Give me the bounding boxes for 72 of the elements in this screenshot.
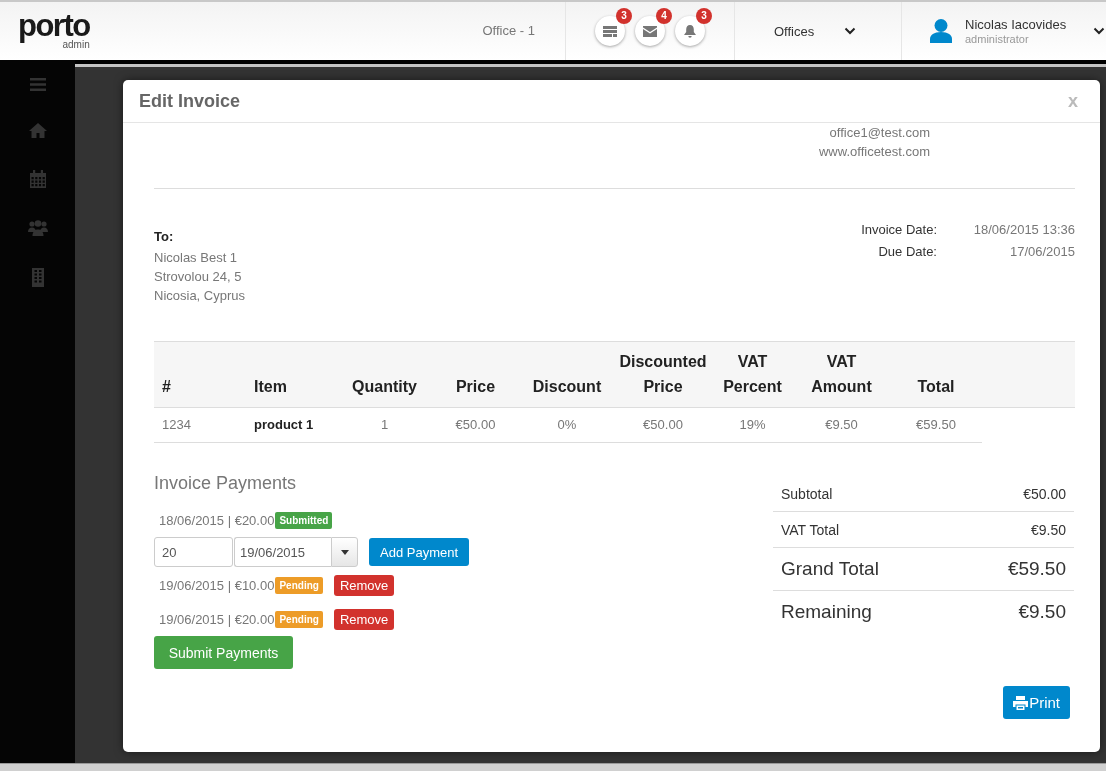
add-payment-button[interactable]: Add Payment (369, 538, 470, 566)
notification-count: 3 (696, 8, 712, 24)
table-cell: €9.50 (793, 408, 890, 443)
chevron-down-icon[interactable] (844, 27, 857, 35)
payment-entry: 19/06/2015 | €20.00 (159, 612, 275, 627)
menu-icon[interactable] (29, 78, 46, 91)
user-role: administrator (965, 32, 1030, 46)
contact-line: office1@test.com (828, 124, 930, 142)
notification-count: 3 (616, 8, 632, 24)
column-header: Discount (531, 377, 603, 397)
table-cell: €50.00 (431, 408, 520, 443)
column-header: VAT Amount (810, 352, 873, 397)
column-header: Discounted Price (618, 352, 708, 397)
section-title: Invoice Payments (154, 472, 297, 495)
column-header: Quantity (351, 377, 418, 397)
bell-icon (684, 24, 696, 38)
amount-field[interactable]: 20 (154, 537, 233, 567)
total-label: Subtotal (781, 485, 833, 502)
date-value: 18/06/2015 13:36 (972, 221, 1075, 239)
column-header: VAT Percent (722, 352, 783, 397)
address-line: Nicosia, Cyprus (154, 287, 246, 305)
office-name: Office - 1 (482, 22, 535, 38)
recipient-label: To: (154, 228, 175, 246)
address-line: Nicolas Best 1 (154, 249, 239, 267)
user-avatar-icon (930, 19, 952, 43)
total-value: €50.00 (1023, 485, 1066, 502)
caret-icon (340, 549, 349, 555)
user-name: Nicolas Iacovides (965, 16, 1067, 33)
remove-button[interactable]: Remove (333, 575, 395, 596)
total-label: VAT Total (781, 521, 840, 538)
users-icon[interactable] (27, 220, 48, 236)
calendar-icon[interactable] (29, 170, 46, 188)
address-line: Strovolou 24, 5 (154, 268, 243, 286)
total-value: €9.50 (1018, 601, 1066, 623)
table-cell: €50.00 (614, 408, 712, 443)
print-button[interactable]: Print (1003, 686, 1070, 719)
total-label: Grand Total (781, 558, 879, 580)
date-label: Invoice Date: (861, 221, 937, 239)
payment-entry: 19/06/2015 | €10.00 (159, 578, 275, 593)
column-header: Total (916, 377, 956, 397)
status-label: Pending (275, 611, 323, 628)
stack-icon (603, 25, 617, 37)
status-label: Submitted (275, 512, 333, 529)
contact-line: www.officetest.com (818, 143, 930, 161)
offices-dropdown[interactable]: Offices (774, 23, 815, 39)
column-header: Price (454, 377, 497, 397)
notification-count: 4 (656, 8, 672, 24)
date-label: Due Date: (877, 243, 937, 261)
envelope-icon (643, 25, 657, 37)
table-cell: 1234 (154, 408, 246, 443)
remove-button[interactable]: Remove (333, 609, 395, 630)
table-cell: 19% (712, 408, 793, 443)
chevron-down-icon[interactable] (1093, 27, 1105, 35)
column-header: Item (253, 377, 288, 397)
column-header: # (161, 377, 172, 397)
date-dropdown-button[interactable] (331, 537, 358, 567)
table-cell: 0% (520, 408, 614, 443)
total-label: Remaining (781, 601, 872, 623)
date-field[interactable]: 19/06/2015 (234, 537, 331, 567)
submit-payments-button[interactable]: Submit Payments (154, 636, 293, 669)
total-value: €59.50 (1007, 558, 1066, 580)
table-cell: €59.50 (890, 408, 982, 443)
payment-entry: 18/06/2015 | €20.00 (159, 513, 275, 528)
date-value: 17/06/2015 (1008, 243, 1075, 261)
printer-icon (1013, 695, 1029, 710)
building-icon[interactable] (31, 268, 44, 287)
table-cell: product 1 (246, 408, 338, 443)
total-value: €9.50 (1030, 521, 1066, 538)
status-label: Pending (275, 577, 323, 594)
table-cell: 1 (338, 408, 431, 443)
home-icon[interactable] (28, 123, 47, 138)
dialog-title: Edit Invoice (139, 90, 241, 112)
